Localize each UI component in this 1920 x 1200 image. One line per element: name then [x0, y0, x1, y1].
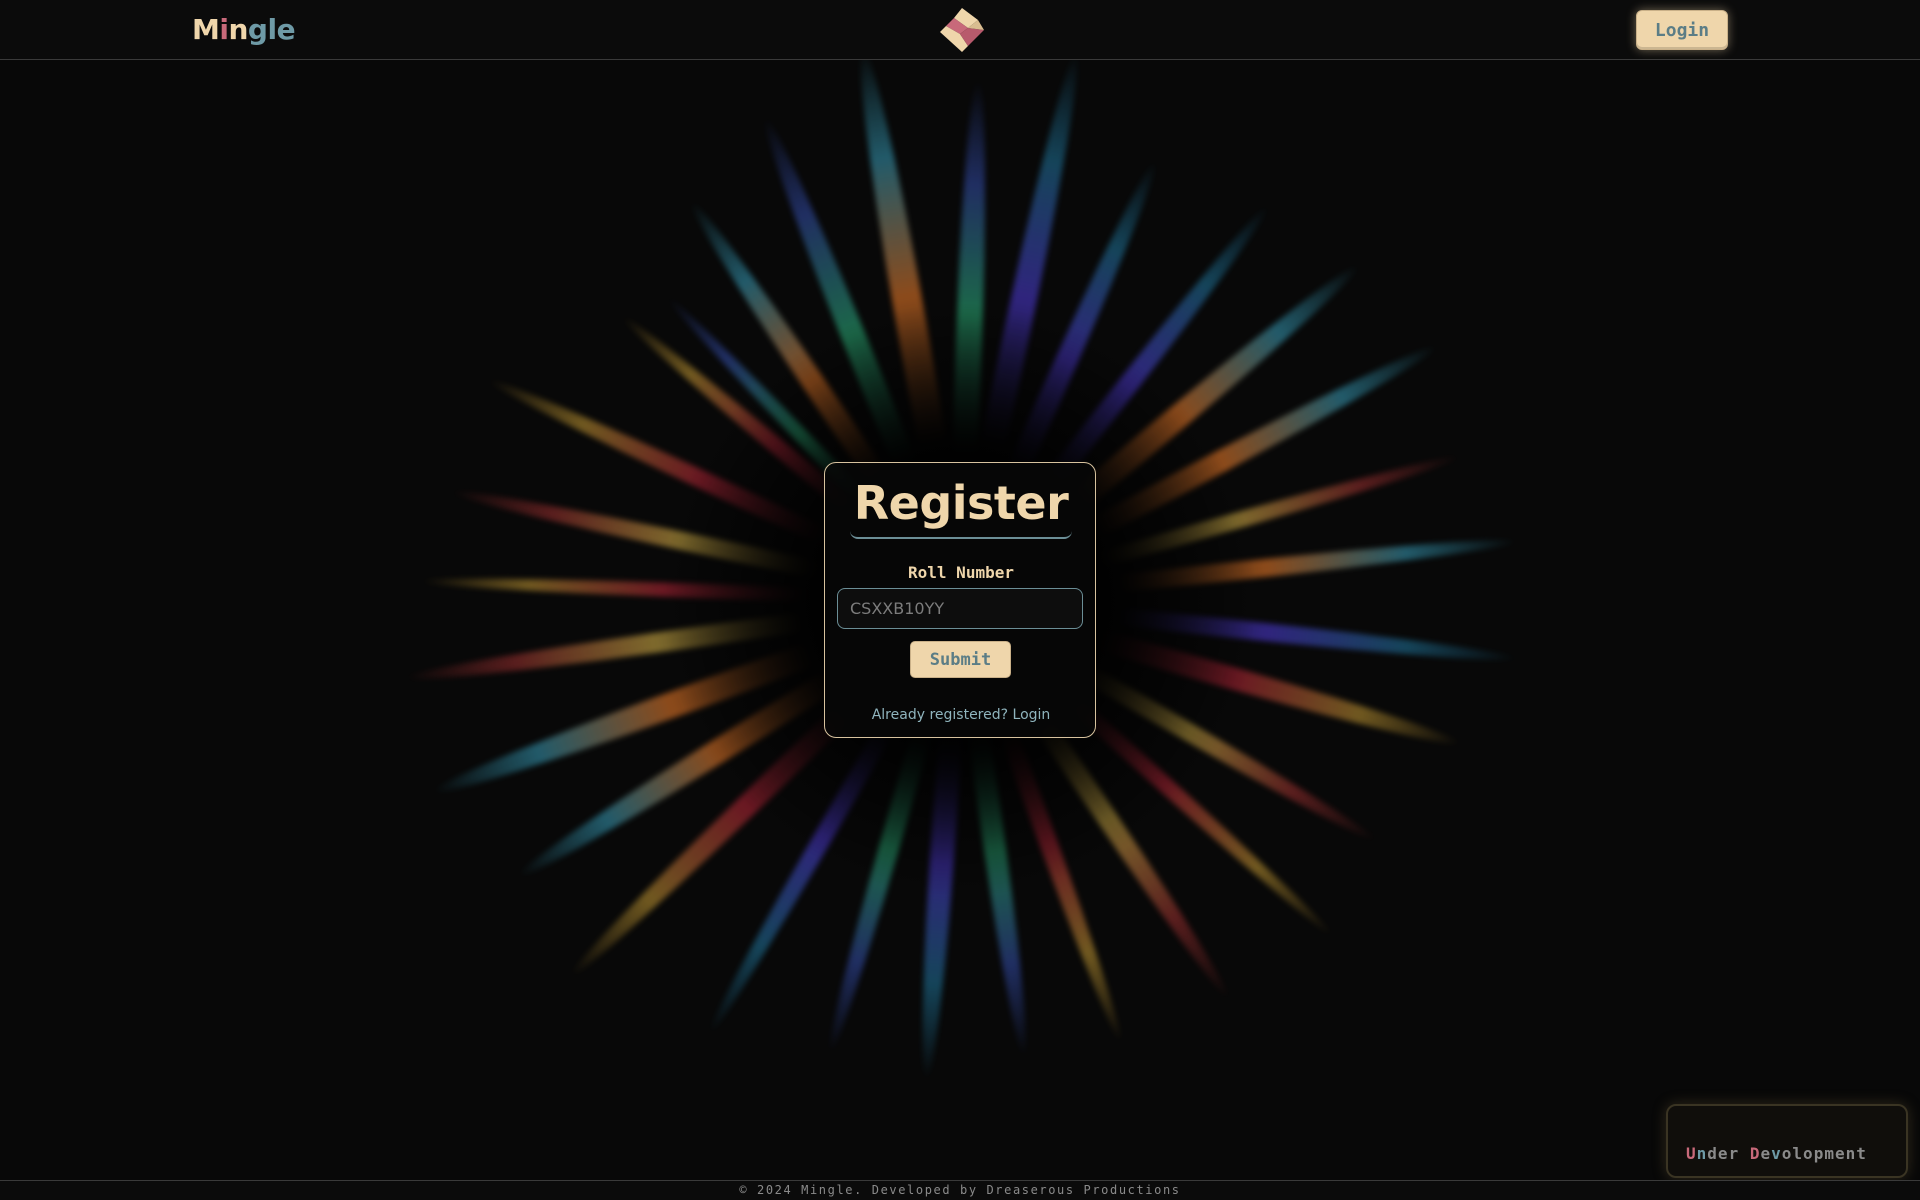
brand-letter: e	[276, 13, 296, 46]
footer-copyright: © 2024 Mingle. Developed by Dreaserous P…	[739, 1183, 1181, 1197]
status-letter: e	[1717, 1144, 1729, 1163]
status-letter: n	[1845, 1144, 1857, 1163]
status-letter: l	[1792, 1144, 1804, 1163]
page: Mingle Login Register Roll Number Submit…	[0, 0, 1920, 1200]
brand-letter: l	[267, 13, 277, 46]
status-letter: t	[1856, 1144, 1867, 1163]
brand-wordmark[interactable]: Mingle	[192, 10, 296, 50]
top-navbar: Mingle Login	[0, 0, 1920, 60]
status-letter: n	[1696, 1144, 1708, 1163]
status-letter: v	[1771, 1144, 1782, 1163]
already-registered-login-link[interactable]: Already registered? Login	[825, 707, 1097, 723]
brand-letter: M	[192, 13, 220, 46]
header-login-button[interactable]: Login	[1636, 10, 1728, 50]
under-development-badge: Under Devolopment	[1666, 1104, 1908, 1178]
status-letter: o	[1781, 1144, 1793, 1163]
status-letter: e	[1760, 1144, 1772, 1163]
status-letter: r	[1728, 1144, 1740, 1163]
diamond-logo-icon	[940, 8, 984, 52]
status-letter: D	[1749, 1144, 1761, 1163]
status-letter: m	[1824, 1144, 1835, 1163]
under-development-text: Under Devolopment	[1686, 1144, 1867, 1163]
roll-number-input[interactable]	[837, 588, 1083, 629]
roll-number-label: Roll Number	[908, 563, 1014, 582]
status-letter: e	[1834, 1144, 1846, 1163]
brand-letter: g	[247, 13, 268, 46]
submit-button[interactable]: Submit	[910, 641, 1011, 678]
status-letter: d	[1707, 1144, 1718, 1163]
status-letter	[1739, 1144, 1750, 1163]
footer: © 2024 Mingle. Developed by Dreaserous P…	[0, 1180, 1920, 1200]
register-card: Register Roll Number Submit Already regi…	[824, 462, 1096, 738]
status-letter: p	[1813, 1144, 1825, 1163]
title-underline	[850, 531, 1072, 539]
brand-letter: n	[228, 13, 248, 46]
status-letter: o	[1803, 1144, 1814, 1163]
status-letter: U	[1686, 1144, 1697, 1163]
register-title: Register	[853, 476, 1069, 530]
